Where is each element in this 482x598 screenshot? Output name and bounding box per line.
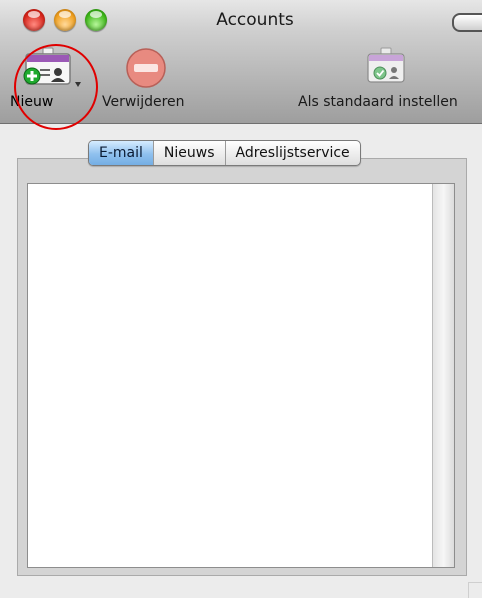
red-annotation-circle [14, 44, 98, 130]
tab-news[interactable]: Nieuws [152, 141, 225, 165]
accounts-list[interactable] [27, 183, 455, 568]
minimize-window-button[interactable] [54, 9, 76, 31]
set-default-button[interactable]: Als standaard instellen [296, 46, 482, 116]
resize-handle[interactable] [468, 582, 482, 598]
vertical-scrollbar[interactable] [432, 184, 454, 567]
delete-account-button[interactable]: Verwijderen [100, 46, 196, 116]
default-account-card-icon [367, 47, 405, 83]
account-type-tabs: E-mail Nieuws Adreslijstservice [88, 140, 361, 166]
tab-directory-service[interactable]: Adreslijstservice [224, 141, 360, 165]
delete-minus-icon [126, 48, 166, 88]
accounts-window: Accounts Nieuw Verwijderen Als standaard… [0, 0, 482, 598]
tab-email[interactable]: E-mail [89, 141, 153, 165]
delete-account-label: Verwijderen [102, 94, 185, 110]
toolbar-toggle-button[interactable] [452, 13, 482, 32]
toolbar: Accounts Nieuw Verwijderen Als standaard… [0, 0, 482, 130]
window-title: Accounts [216, 10, 294, 30]
zoom-window-button[interactable] [85, 9, 107, 31]
close-window-button[interactable] [23, 9, 45, 31]
set-default-label: Als standaard instellen [298, 94, 458, 110]
